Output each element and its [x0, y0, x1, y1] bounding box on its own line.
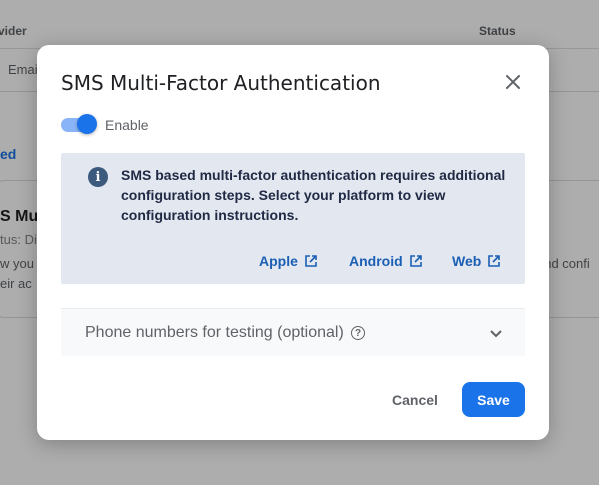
info-icon: i [88, 167, 108, 187]
apple-link-label: Apple [259, 253, 298, 269]
info-text: SMS based multi-factor authentication re… [121, 167, 506, 223]
enable-label: Enable [105, 117, 149, 133]
save-button[interactable]: Save [462, 382, 525, 417]
info-banner: i SMS based multi-factor authentication … [61, 153, 525, 284]
web-link-label: Web [452, 253, 482, 269]
web-link[interactable]: Web [452, 253, 501, 269]
expander-label: Phone numbers for testing (optional) [85, 324, 344, 341]
open-in-new-icon [488, 255, 501, 267]
close-icon [506, 75, 520, 89]
toggle-knob [77, 114, 97, 134]
dialog-title: SMS Multi-Factor Authentication [61, 71, 381, 95]
chevron-down-icon [490, 330, 502, 338]
apple-link[interactable]: Apple [259, 253, 318, 269]
test-phone-numbers-expander[interactable]: Phone numbers for testing (optional) ? [61, 308, 525, 356]
android-link-label: Android [349, 253, 403, 269]
enable-toggle[interactable] [61, 114, 97, 136]
help-icon[interactable]: ? [351, 326, 365, 340]
open-in-new-icon [409, 255, 422, 267]
android-link[interactable]: Android [349, 253, 423, 269]
cancel-button[interactable]: Cancel [380, 382, 450, 418]
sms-mfa-dialog: SMS Multi-Factor Authentication Enable i… [37, 45, 549, 440]
close-button[interactable] [499, 68, 527, 96]
open-in-new-icon [305, 255, 317, 267]
